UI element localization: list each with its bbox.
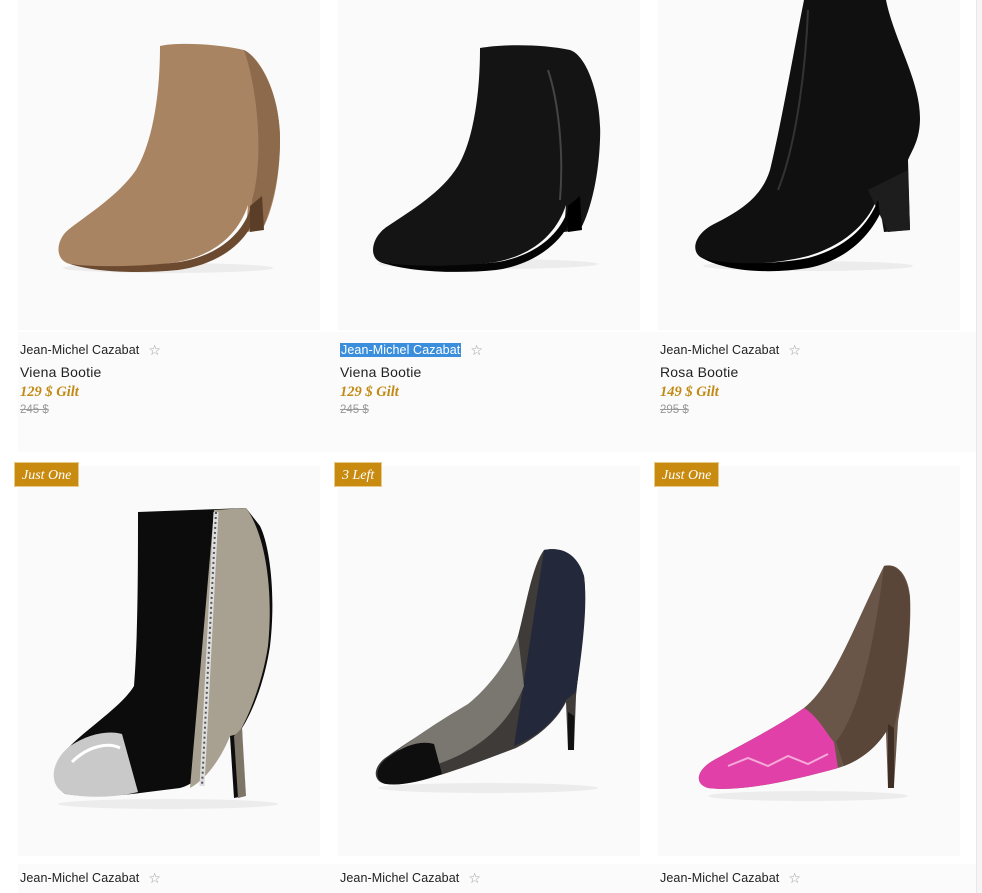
brand-name[interactable]: Jean-Michel Cazabat	[20, 871, 139, 885]
brand-name[interactable]: Jean-Michel Cazabat	[340, 871, 459, 885]
star-outline-icon[interactable]: ☆	[148, 343, 161, 357]
original-price: 245 $	[20, 404, 49, 416]
brand-name[interactable]: Jean-Michel Cazabat	[20, 343, 139, 357]
product-image[interactable]	[18, 0, 320, 330]
product-name[interactable]: Rosa Bootie	[660, 364, 738, 380]
product-info: Jean-Michel Cazabat ☆ Viena Bootie 129 $…	[18, 332, 338, 452]
star-outline-icon[interactable]: ☆	[470, 343, 483, 357]
stock-badge: 3 Left	[334, 462, 383, 487]
product-image[interactable]	[18, 466, 320, 856]
sale-price: 129 $ Gilt	[20, 384, 79, 400]
brand-name[interactable]: Jean-Michel Cazabat	[660, 871, 779, 885]
stock-badge: Just One	[654, 462, 720, 487]
sale-price: 149 $ Gilt	[660, 384, 719, 400]
product-name[interactable]: Viena Bootie	[20, 364, 102, 380]
product-image[interactable]	[658, 0, 960, 330]
brand-name[interactable]: Jean-Michel Cazabat	[340, 343, 462, 357]
scrollbar[interactable]	[976, 0, 982, 893]
star-outline-icon[interactable]: ☆	[468, 871, 481, 885]
original-price: 245 $	[340, 404, 369, 416]
product-info: Jean-Michel Cazabat ☆	[338, 864, 658, 893]
star-outline-icon[interactable]: ☆	[788, 871, 801, 885]
product-info: Jean-Michel Cazabat ☆ Rosa Bootie 149 $ …	[658, 332, 978, 452]
product-info: Jean-Michel Cazabat ☆ Viena Bootie 129 $…	[338, 332, 658, 452]
original-price: 295 $	[660, 404, 689, 416]
stock-badge: Just One	[14, 462, 80, 487]
product-grid: Jean-Michel Cazabat ☆ Viena Bootie 129 $…	[0, 0, 982, 893]
product-image[interactable]	[338, 466, 640, 856]
product-image[interactable]	[658, 466, 960, 856]
star-outline-icon[interactable]: ☆	[148, 871, 161, 885]
product-name[interactable]: Viena Bootie	[340, 364, 422, 380]
brand-name[interactable]: Jean-Michel Cazabat	[660, 343, 779, 357]
product-image[interactable]	[338, 0, 640, 330]
product-info: Jean-Michel Cazabat ☆	[658, 864, 978, 893]
star-outline-icon[interactable]: ☆	[788, 343, 801, 357]
product-info: Jean-Michel Cazabat ☆	[18, 864, 338, 893]
sale-price: 129 $ Gilt	[340, 384, 399, 400]
